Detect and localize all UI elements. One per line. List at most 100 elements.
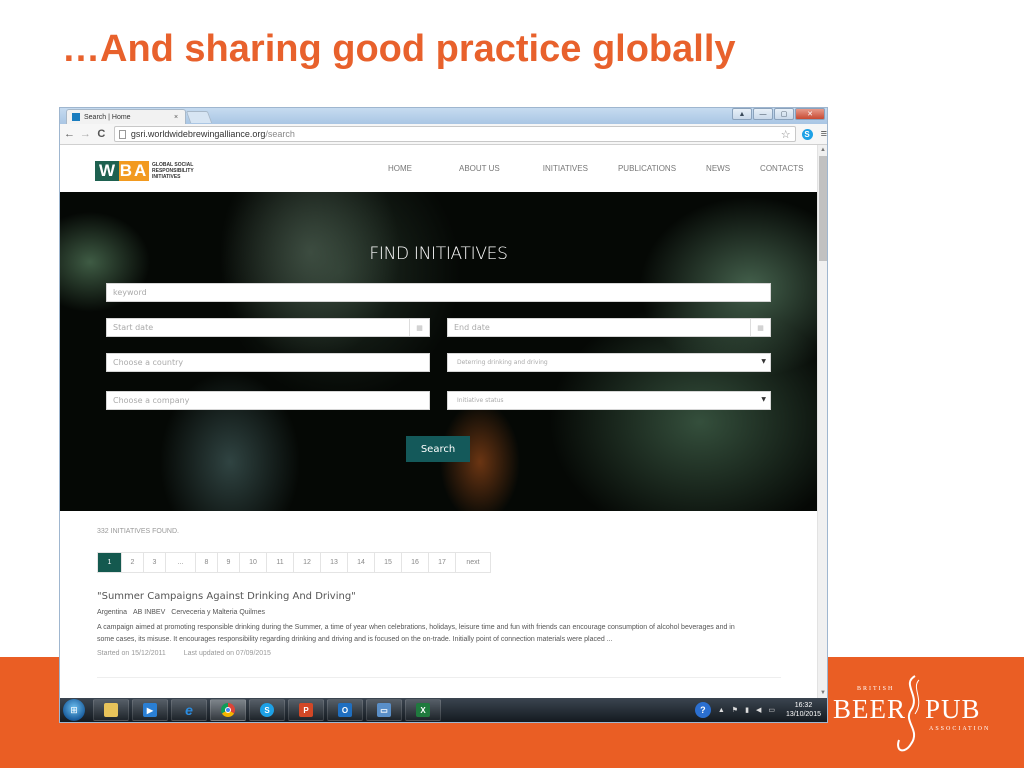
scroll-up-arrow-icon[interactable]: ▲ [818, 145, 827, 155]
pagination-page[interactable]: 12 [294, 553, 321, 572]
pagination-page[interactable]: 8 [196, 553, 218, 572]
country-input[interactable]: Choose a country [106, 353, 430, 372]
start-button-icon[interactable]: ⊞ [63, 699, 85, 721]
taskbar-file-explorer[interactable] [93, 699, 129, 721]
new-tab-button[interactable] [185, 111, 213, 123]
scroll-down-arrow-icon[interactable]: ▼ [818, 688, 827, 698]
page-viewport: W BA GLOBAL SOCIAL RESPONSIBILITY INITIA… [60, 145, 817, 698]
tab-close-icon[interactable]: × [171, 114, 181, 121]
media-player-icon: ▶ [143, 703, 157, 717]
calendar-icon[interactable]: ▦ [750, 319, 770, 336]
tab-strip: Search | Home × ▲ — ▢ ✕ [60, 108, 827, 124]
action-center-flag-icon[interactable]: ⚑ [732, 706, 738, 714]
pagination-page[interactable]: 1 [98, 553, 122, 572]
tab-title: Search | Home [84, 113, 131, 121]
nav-publications[interactable]: PUBLICATIONS [618, 164, 676, 173]
result-country[interactable]: Argentina [97, 609, 127, 616]
clock-date: 13/10/2015 [785, 711, 821, 718]
taskbar-internet-explorer[interactable]: e [171, 699, 207, 721]
taskbar-skype[interactable]: S [249, 699, 285, 721]
scroll-thumb[interactable] [819, 156, 827, 261]
reload-icon[interactable]: C [95, 128, 108, 140]
excel-icon: X [416, 703, 430, 717]
pagination: 1 2 3... 8 9 10 11 12 13 14 15 16 17 next [97, 552, 491, 573]
keyword-input[interactable]: keyword [106, 283, 771, 302]
nav-initiatives[interactable]: INITIATIVES [543, 164, 588, 173]
browser-toolbar: ← → C gsri.worldwidebrewingalliance.org … [60, 124, 827, 145]
result-dates: Started on 15/12/2011 Last updated on 07… [97, 650, 271, 657]
main-nav: HOME ABOUT US INITIATIVES PUBLICATIONS N… [388, 164, 803, 173]
pagination-page[interactable]: 13 [321, 553, 348, 572]
taskbar-powerpoint[interactable]: P [288, 699, 324, 721]
nav-home[interactable]: HOME [388, 164, 412, 173]
maximize-button[interactable]: ▢ [774, 108, 794, 120]
calendar-icon[interactable]: ▦ [409, 319, 429, 336]
bbpa-pub: PUB [925, 694, 981, 724]
pagination-page[interactable]: 17 [429, 553, 456, 572]
hero-title: FIND INITIATIVES [369, 244, 508, 264]
pagination-page[interactable]: 9 [218, 553, 240, 572]
initiative-type-select[interactable]: Deterring drinking and driving ▼ [447, 353, 771, 372]
taskbar-media-player[interactable]: ▶ [132, 699, 168, 721]
pagination-page[interactable]: 3 [144, 553, 166, 572]
special-window-button[interactable]: ▲ [732, 108, 752, 120]
network-icon[interactable]: ▭ [768, 706, 775, 714]
browser-menu-icon[interactable]: ≡ [821, 128, 827, 140]
end-date-placeholder: End date [454, 323, 490, 332]
company-input[interactable]: Choose a company [106, 391, 430, 410]
back-arrow-icon[interactable]: ← [63, 128, 76, 140]
wba-logo[interactable]: W BA GLOBAL SOCIAL RESPONSIBILITY INITIA… [95, 161, 202, 181]
results-count: 332 INITIATIVES FOUND. [97, 528, 179, 535]
folder-icon [104, 703, 118, 717]
browser-tab[interactable]: Search | Home × [66, 109, 186, 124]
url-host: gsri.worldwidebrewingalliance.org [130, 129, 266, 139]
nav-news[interactable]: NEWS [706, 164, 730, 173]
end-date-input[interactable]: End date ▦ [447, 318, 771, 337]
result-company[interactable]: AB INBEV [133, 609, 165, 616]
nav-about-us[interactable]: ABOUT US [459, 164, 500, 173]
pagination-page[interactable]: 15 [375, 553, 402, 572]
logo-w: W [95, 161, 119, 181]
initiative-status-select[interactable]: Initiative status ▼ [447, 391, 771, 410]
slide-title: …And sharing good practice globally [62, 28, 736, 70]
address-bar[interactable]: gsri.worldwidebrewingalliance.org /searc… [113, 126, 796, 142]
minimize-button[interactable]: — [753, 108, 773, 120]
pagination-page[interactable]: 16 [402, 553, 429, 572]
system-clock[interactable]: 16:32 13/10/2015 [786, 701, 821, 719]
close-window-button[interactable]: ✕ [795, 108, 825, 120]
dropdown-caret-icon: ▼ [761, 396, 766, 403]
bookmark-star-icon[interactable]: ☆ [781, 128, 791, 141]
page-scrollbar[interactable]: ▲ ▼ [817, 145, 827, 698]
taskbar-outlook[interactable]: O [327, 699, 363, 721]
forward-arrow-icon[interactable]: → [79, 128, 92, 140]
pagination-page[interactable]: 11 [267, 553, 294, 572]
window-controls: ▲ — ▢ ✕ [732, 108, 825, 120]
remote-desktop-icon: ▭ [377, 703, 391, 717]
windows-taskbar: ⊞ ▶ e S P O ▭ X ? ▲ ⚑ ▮ ◀ ▭ 16:32 13/10/… [60, 698, 827, 722]
pagination-ellipsis: ... [166, 553, 196, 572]
search-button[interactable]: Search [406, 436, 470, 462]
pagination-page[interactable]: 2 [122, 553, 144, 572]
logo-ba: BA [119, 161, 149, 181]
pagination-page[interactable]: 10 [240, 553, 267, 572]
result-brewery[interactable]: Cerveceria y Malteria Quilmes [171, 609, 265, 616]
help-icon[interactable]: ? [694, 702, 711, 718]
bbpa-logo: BRITISH BEER PUB ASSOCIATION [833, 672, 1013, 762]
taskbar-chrome[interactable] [210, 699, 246, 721]
show-hidden-icons[interactable]: ▲ [718, 707, 725, 714]
pagination-page[interactable]: 14 [348, 553, 375, 572]
bbpa-beer: BEER [833, 694, 907, 724]
nav-contacts[interactable]: CONTACTS [760, 164, 803, 173]
volume-icon[interactable]: ◀ [756, 706, 761, 714]
start-date-placeholder: Start date [113, 323, 154, 332]
clock-time: 16:32 [794, 702, 813, 709]
bbpa-association: ASSOCIATION [929, 726, 991, 732]
skype-extension-icon[interactable]: S [801, 128, 813, 140]
power-icon[interactable]: ▮ [745, 706, 749, 714]
result-title-link[interactable]: "Summer Campaigns Against Drinking And D… [97, 591, 356, 602]
chrome-icon [221, 703, 235, 717]
taskbar-excel[interactable]: X [405, 699, 441, 721]
taskbar-remote-desktop[interactable]: ▭ [366, 699, 402, 721]
start-date-input[interactable]: Start date ▦ [106, 318, 430, 337]
pagination-next[interactable]: next [456, 553, 490, 572]
